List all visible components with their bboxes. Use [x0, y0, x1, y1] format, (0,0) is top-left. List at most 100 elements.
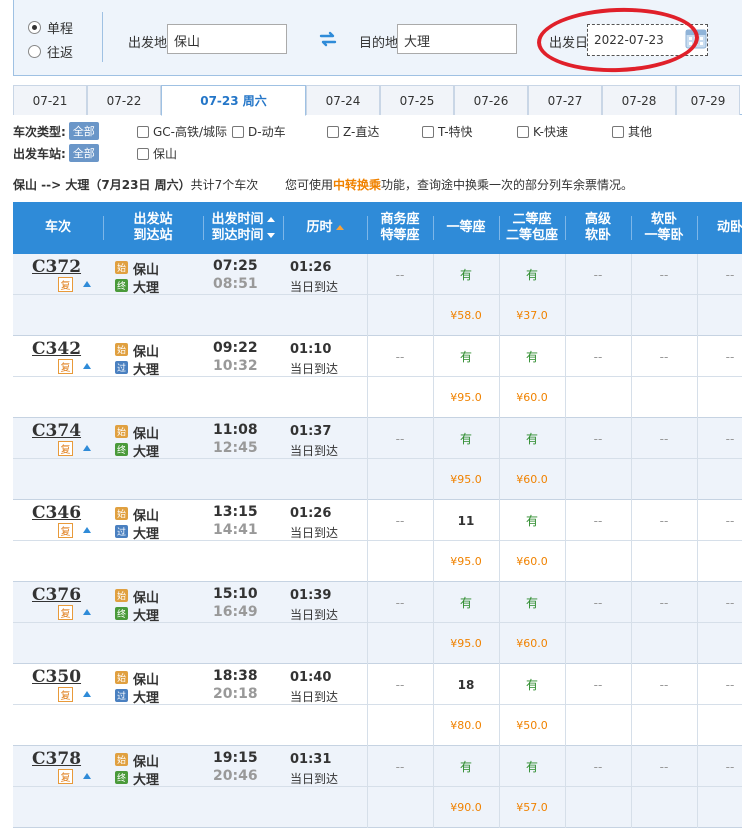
seat-availability[interactable]: 有 — [433, 336, 499, 377]
seat-availability: -- — [593, 513, 603, 528]
date-tab[interactable]: 07-22 — [87, 85, 161, 115]
seat-availability[interactable]: 有 — [499, 746, 565, 787]
from-station: 保山 — [133, 509, 160, 524]
end-station-badge: 终 — [115, 443, 128, 456]
radio-button[interactable] — [28, 45, 41, 58]
checkbox[interactable] — [137, 147, 149, 160]
seat-availability: -- — [725, 677, 735, 692]
seat-availability: -- — [725, 595, 735, 610]
checkbox-label: GC-高铁/城际 — [153, 125, 228, 139]
hint-suffix: 功能，查询途中换乘一次的部分列车余票情况。 — [380, 178, 633, 192]
date-tab[interactable]: 07-28 — [602, 85, 676, 115]
seat-availability[interactable]: 11 — [433, 500, 499, 541]
date-tab[interactable]: 07-26 — [454, 85, 528, 115]
price-second: ¥60.0 — [516, 473, 548, 486]
search-panel: 单程 往返 出发地 保山 目的地 大理 出发日 2022-07-23 — [13, 0, 742, 76]
sort-down-icon[interactable] — [266, 233, 275, 238]
expand-arrow-icon[interactable] — [83, 691, 91, 697]
transfer-link[interactable]: 中转换乘 — [333, 178, 381, 192]
filter-station-baoshan[interactable]: 保山 — [137, 145, 177, 162]
price-second: ¥50.0 — [516, 719, 548, 732]
seat-availability[interactable]: 有 — [433, 582, 499, 623]
seat-availability[interactable]: 有 — [499, 418, 565, 459]
checkbox[interactable] — [327, 125, 339, 138]
train-number-link[interactable]: C342 — [32, 339, 81, 359]
train-number-link[interactable]: C374 — [32, 421, 81, 441]
expand-arrow-icon[interactable] — [83, 281, 91, 287]
price-first: ¥90.0 — [450, 801, 482, 814]
checkbox-label: D-动车 — [248, 125, 286, 139]
col-business: 商务座 特等座 — [367, 202, 433, 254]
price-first: ¥95.0 — [450, 473, 482, 486]
from-station: 保山 — [133, 263, 160, 278]
fuxing-badge: 复 — [58, 769, 73, 784]
to-label: 目的地 — [359, 36, 399, 51]
col-time[interactable]: 出发时间 到达时间 — [203, 202, 283, 254]
date-tab-active[interactable]: 07-23 周六 — [161, 85, 306, 116]
checkbox[interactable] — [232, 125, 244, 138]
fuxing-badge: 复 — [58, 605, 73, 620]
expand-arrow-icon[interactable] — [83, 363, 91, 369]
date-tab[interactable]: 07-24 — [306, 85, 380, 115]
trip-type-roundtrip[interactable]: 往返 — [28, 42, 73, 61]
filter-gc[interactable]: GC-高铁/城际 — [137, 123, 227, 140]
seat-availability: -- — [659, 759, 669, 774]
trip-type-oneway[interactable]: 单程 — [28, 18, 73, 37]
train-number-link[interactable]: C350 — [32, 667, 81, 687]
from-station: 保山 — [133, 591, 160, 606]
train-number-link[interactable]: C346 — [32, 503, 81, 523]
expand-arrow-icon[interactable] — [83, 527, 91, 533]
train-number-link[interactable]: C378 — [32, 749, 81, 769]
header-label: 商务座 — [380, 212, 420, 227]
seat-availability[interactable]: 有 — [433, 746, 499, 787]
date-tab[interactable]: 07-29 — [676, 85, 740, 115]
table-row: C372 复 始保山终大理 07:25 08:51 01:26 当日到达 -- 有有 -- -- --… — [13, 254, 742, 336]
seat-availability: -- — [659, 349, 669, 364]
seat-availability[interactable]: 有 — [499, 336, 565, 377]
train-number-link[interactable]: C376 — [32, 585, 81, 605]
seat-availability: -- — [725, 759, 735, 774]
seat-availability: -- — [659, 677, 669, 692]
seat-availability[interactable]: 有 — [433, 418, 499, 459]
filter-d[interactable]: D-动车 — [232, 123, 286, 140]
to-input[interactable]: 大理 — [397, 24, 517, 54]
all-button[interactable]: 全部 — [68, 144, 99, 162]
swap-icon[interactable] — [319, 30, 337, 48]
checkbox[interactable] — [612, 125, 624, 138]
row-prices — [13, 459, 742, 500]
train-number-link[interactable]: C372 — [32, 257, 81, 277]
filter-t[interactable]: T-特快 — [422, 123, 473, 140]
header-label: 高级 — [584, 212, 611, 227]
expand-arrow-icon[interactable] — [83, 445, 91, 451]
filter-other[interactable]: 其他 — [612, 123, 652, 140]
date-tab[interactable]: 07-27 — [528, 85, 602, 115]
checkbox[interactable] — [422, 125, 434, 138]
checkbox[interactable] — [517, 125, 529, 138]
seat-availability[interactable]: 有 — [499, 664, 565, 705]
seat-availability[interactable]: 有 — [499, 254, 565, 295]
header-label: 软卧 — [584, 228, 611, 243]
row-prices — [13, 295, 742, 336]
expand-arrow-icon[interactable] — [83, 773, 91, 779]
date-tab[interactable]: 07-21 — [13, 85, 87, 115]
seat-availability: -- — [395, 349, 405, 364]
arrival-note: 当日到达 — [290, 772, 339, 786]
expand-arrow-icon[interactable] — [83, 609, 91, 615]
radio-button[interactable] — [28, 21, 41, 34]
duration: 01:39 — [290, 588, 332, 603]
filter-k[interactable]: K-快速 — [517, 123, 568, 140]
fuxing-badge: 复 — [58, 687, 73, 702]
checkbox[interactable] — [137, 125, 149, 138]
duration: 01:40 — [290, 670, 332, 685]
all-button[interactable]: 全部 — [68, 122, 99, 140]
sort-up-icon[interactable] — [335, 225, 344, 230]
date-tab[interactable]: 07-25 — [380, 85, 454, 115]
seat-availability[interactable]: 有 — [433, 254, 499, 295]
filter-z[interactable]: Z-直达 — [327, 123, 379, 140]
sort-up-icon[interactable] — [266, 217, 275, 222]
col-duration[interactable]: 历时 — [283, 202, 367, 254]
seat-availability[interactable]: 有 — [499, 500, 565, 541]
from-input[interactable]: 保山 — [167, 24, 287, 54]
seat-availability[interactable]: 18 — [433, 664, 499, 705]
seat-availability[interactable]: 有 — [499, 582, 565, 623]
